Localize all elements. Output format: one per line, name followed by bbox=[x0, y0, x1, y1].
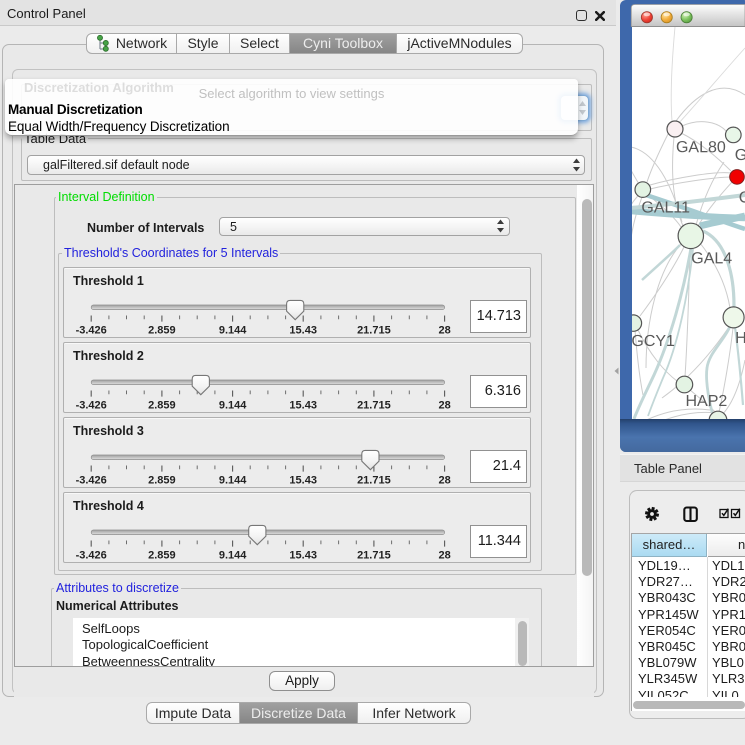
svg-text:H: H bbox=[735, 330, 745, 347]
svg-text:15.43: 15.43 bbox=[289, 325, 317, 337]
svg-text:9.144: 9.144 bbox=[219, 550, 247, 562]
svg-text:9.144: 9.144 bbox=[219, 475, 247, 487]
svg-text:-3.426: -3.426 bbox=[76, 400, 107, 412]
svg-text:2.859: 2.859 bbox=[148, 400, 176, 412]
svg-text:21.715: 21.715 bbox=[357, 325, 391, 337]
svg-text:2.859: 2.859 bbox=[148, 325, 176, 337]
svg-text:15.43: 15.43 bbox=[289, 475, 317, 487]
svg-text:-3.426: -3.426 bbox=[76, 475, 107, 487]
svg-text:GAL4: GAL4 bbox=[691, 250, 732, 267]
svg-text:HAP2: HAP2 bbox=[686, 393, 728, 410]
svg-text:28: 28 bbox=[438, 325, 450, 337]
svg-text:9.144: 9.144 bbox=[219, 325, 247, 337]
svg-text:28: 28 bbox=[438, 400, 450, 412]
svg-text:2.859: 2.859 bbox=[148, 550, 176, 562]
svg-text:15.43: 15.43 bbox=[289, 400, 317, 412]
svg-text:21.715: 21.715 bbox=[357, 475, 391, 487]
svg-text:-3.426: -3.426 bbox=[76, 325, 107, 337]
svg-text:21.715: 21.715 bbox=[357, 400, 391, 412]
svg-text:2.859: 2.859 bbox=[148, 475, 176, 487]
svg-text:28: 28 bbox=[438, 550, 450, 562]
svg-text:28: 28 bbox=[438, 475, 450, 487]
svg-text:GCY1: GCY1 bbox=[631, 333, 675, 350]
svg-text:21.715: 21.715 bbox=[357, 550, 391, 562]
svg-text:15.43: 15.43 bbox=[289, 550, 317, 562]
svg-text:GAL80: GAL80 bbox=[676, 139, 726, 156]
svg-text:GAL11: GAL11 bbox=[641, 199, 690, 216]
svg-text:9.144: 9.144 bbox=[219, 400, 247, 412]
svg-text:G.: G. bbox=[735, 147, 745, 164]
svg-text:-3.426: -3.426 bbox=[76, 550, 107, 562]
svg-text:C: C bbox=[739, 190, 745, 207]
